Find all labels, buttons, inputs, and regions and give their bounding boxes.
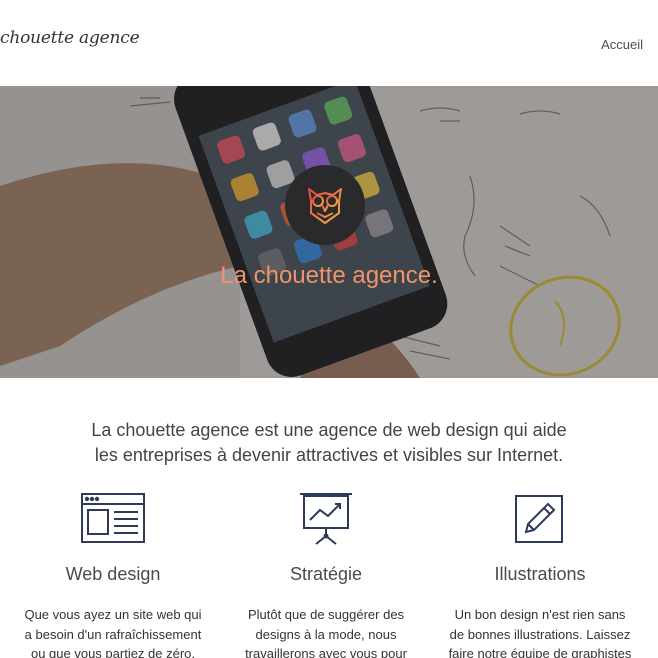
feature-illustrations: Illustrations Un bon design n'est rien s… [435,492,645,658]
feature-title: Stratégie [289,564,363,584]
browser-window-icon [8,492,218,546]
presentation-chart-icon [221,492,431,546]
intro-line: les entreprises à devenir attractives et… [94,445,564,465]
feature-description: Que vous ayez un site web qui a besoin d… [24,607,202,658]
owl-icon [285,165,365,245]
site-header: chouette agence Accueil [0,0,658,86]
feature-description: Un bon design n'est rien sans de bonnes … [448,607,632,658]
feature-title: Web design [65,564,161,584]
feature-description: Plutôt que de suggérer des designs à la … [245,607,407,658]
intro-text: La chouette agence est une agence de web… [60,418,598,468]
intro-line: La chouette agence est une agence de web… [91,420,567,440]
feature-web-design: Web design Que vous ayez un site web qui… [8,492,218,658]
site-logo[interactable]: chouette agence [0,28,140,48]
pencil-edit-icon [435,492,645,546]
nav-link-accueil[interactable]: Accueil [601,37,643,52]
hero-title: La chouette agence. [220,262,438,289]
hero-banner: La chouette agence. [0,86,658,378]
feature-title: Illustrations [494,564,586,584]
feature-strategie: Stratégie Plutôt que de suggérer des des… [221,492,431,658]
